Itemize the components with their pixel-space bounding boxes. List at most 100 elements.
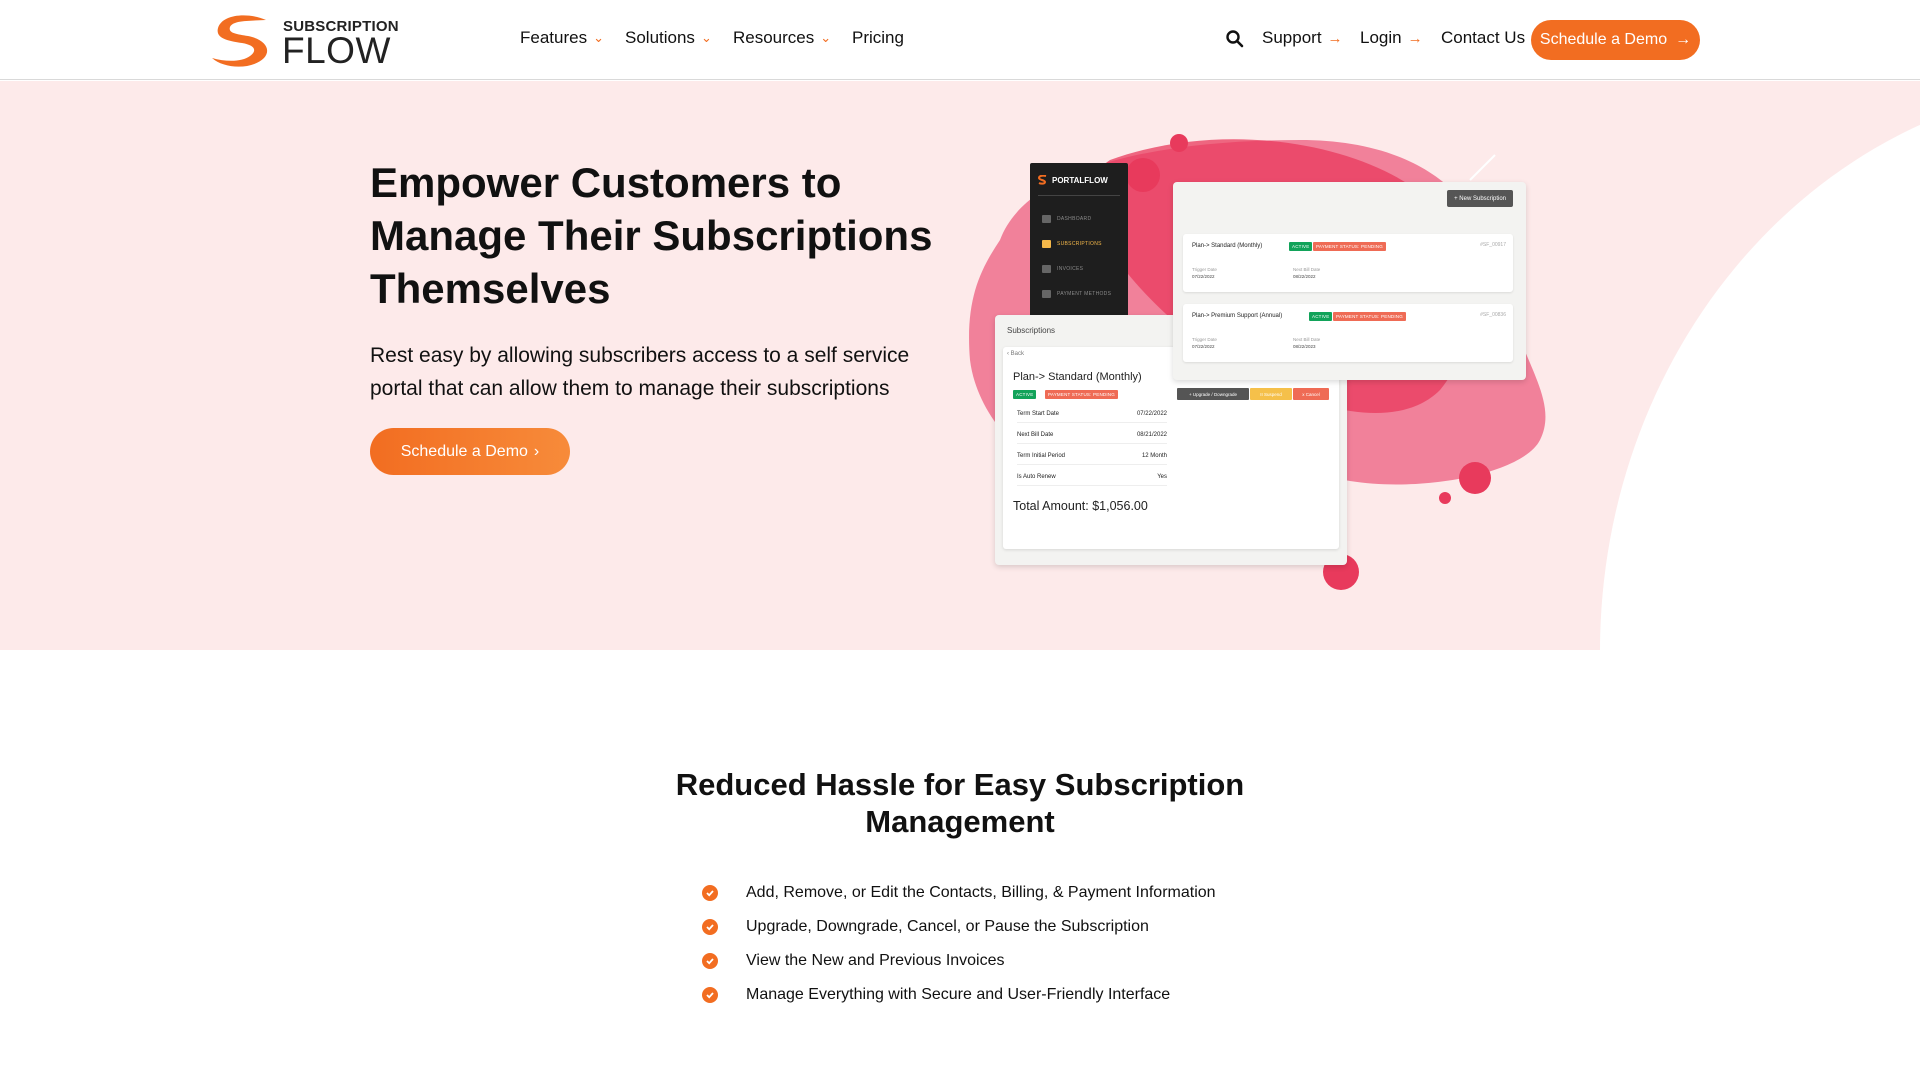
row-value: Yes [1157, 474, 1167, 480]
row-value: 08/21/2022 [1136, 432, 1167, 438]
status-badge-active: ACTIVE [1013, 390, 1037, 399]
file-icon [1042, 265, 1051, 273]
meta-value: 08/22/2023 [1293, 344, 1316, 349]
subscriptionflow-logo[interactable]: SUBSCRIPTION FLOW [208, 12, 399, 71]
upgrade-downgrade-button[interactable]: + Upgrade / Downgrade [1177, 388, 1249, 400]
cancel-button[interactable]: x Cancel [1293, 388, 1329, 400]
row-label: Is Auto Renew [1017, 474, 1056, 480]
nav-pricing[interactable]: Pricing [852, 28, 904, 48]
sidebar-divider [1038, 195, 1120, 196]
check-circle-icon [702, 919, 718, 935]
status-badge-pending: PAYMENT STATUS: PENDING [1313, 242, 1386, 251]
portal-mockup-illustration: PORTALFLOW DASHBOARD SUBSCRIPTIONS INVOI… [960, 120, 1560, 600]
site-header: SUBSCRIPTION FLOW Features ⌄ Solutions ⌄… [0, 0, 1920, 80]
subscription-list-item[interactable]: Plan-> Standard (Monthly) ACTIVE PAYMENT… [1183, 234, 1513, 292]
calendar-icon [1042, 240, 1051, 248]
feature-item: Upgrade, Downgrade, Cancel, or Pause the… [702, 910, 1216, 944]
feature-text: Manage Everything with Secure and User-F… [746, 986, 1171, 1003]
sub-next-bill: Next Bill Date 08/22/2022 [1293, 266, 1320, 280]
arrow-right-icon: → [1407, 29, 1423, 47]
row-value: 07/22/2022 [1136, 411, 1167, 417]
nav-login[interactable]: Login → [1360, 28, 1423, 48]
sub-next-bill: Next Bill Date 08/22/2023 [1293, 336, 1320, 350]
sub-plan-name: Plan-> Standard (Monthly) [1192, 243, 1263, 249]
sub-plan-name: Plan-> Premium Support (Annual) [1192, 313, 1283, 319]
detail-row: Term Start Date 07/22/2022 [1017, 411, 1167, 423]
row-label: Term Start Date [1017, 411, 1060, 417]
nav-contact-us[interactable]: Contact Us [1441, 28, 1525, 48]
nav-features[interactable]: Features ⌄ [520, 28, 604, 48]
sub-id: #SF_00917 [1480, 242, 1506, 248]
schedule-demo-hero-button[interactable]: Schedule a Demo › [370, 428, 570, 475]
detail-plan-name: Plan-> Standard (Monthly) [1013, 371, 1142, 383]
detail-row: Term Initial Period 12 Month [1017, 453, 1167, 465]
features-list: Add, Remove, or Edit the Contacts, Billi… [702, 876, 1216, 1012]
portal-logo-icon [1038, 175, 1047, 185]
logo-s-icon [212, 15, 268, 67]
meta-value: 07/22/2022 [1192, 274, 1215, 279]
sidebar-item-label: SUBSCRIPTIONS [1057, 241, 1102, 247]
status-badge-active: ACTIVE [1309, 312, 1333, 321]
sidebar-item-dashboard[interactable]: DASHBOARD [1042, 215, 1091, 223]
nav-solutions-label: Solutions [625, 28, 695, 47]
nav-support-label: Support [1262, 28, 1322, 47]
chevron-down-icon: ⌄ [820, 30, 832, 45]
logo-flow-text: FLOW [282, 30, 391, 71]
sub-trigger-date: Trigger Date 07/22/2022 [1192, 336, 1217, 350]
sidebar-item-invoices[interactable]: INVOICES [1042, 265, 1083, 273]
chevron-down-icon: ⌄ [700, 30, 712, 45]
new-subscription-button[interactable]: + New Subscription [1447, 190, 1513, 207]
meta-label: Trigger Date [1192, 267, 1217, 272]
nav-features-label: Features [520, 28, 588, 47]
check-circle-icon [702, 987, 718, 1003]
portal-sidebar: PORTALFLOW DASHBOARD SUBSCRIPTIONS INVOI… [1030, 163, 1128, 327]
nav-contact-label: Contact Us [1441, 28, 1526, 47]
portal-brand: PORTALFLOW [1038, 175, 1108, 185]
subscription-list-item[interactable]: Plan-> Premium Support (Annual) ACTIVE P… [1183, 304, 1513, 362]
row-value: 12 Month [1141, 453, 1167, 459]
feature-text: View the New and Previous Invoices [746, 952, 1005, 969]
sidebar-item-subscriptions[interactable]: SUBSCRIPTIONS [1042, 240, 1102, 248]
meta-value: 07/22/2022 [1192, 344, 1215, 349]
feature-text: Add, Remove, or Edit the Contacts, Billi… [746, 884, 1216, 901]
back-link[interactable]: ‹ Back [1007, 351, 1024, 357]
chevron-down-icon: ⌄ [593, 30, 604, 45]
meta-label: Next Bill Date [1293, 267, 1321, 272]
suspend-button[interactable]: II Suspend [1250, 388, 1292, 400]
sub-trigger-date: Trigger Date 07/22/2022 [1192, 266, 1217, 280]
sub-id: #SF_00836 [1480, 312, 1506, 318]
sidebar-item-label: DASHBOARD [1057, 216, 1092, 222]
hero-title: Empower Customers to Manage Their Subscr… [370, 159, 933, 312]
detail-row: Is Auto Renew Yes [1017, 474, 1167, 486]
detail-row: Next Bill Date 08/21/2022 [1017, 432, 1167, 444]
detail-header: Subscriptions [1007, 326, 1056, 335]
meta-value: 08/22/2022 [1293, 274, 1316, 279]
status-badge-active: ACTIVE [1289, 242, 1313, 251]
nav-solutions[interactable]: Solutions ⌄ [625, 28, 712, 48]
total-amount: Total Amount: $1,056.00 [1013, 499, 1148, 513]
nav-support[interactable]: Support → [1262, 28, 1343, 48]
status-badge-pending: PAYMENT STATUS: PENDING [1333, 312, 1406, 321]
arrow-right-icon: → [1675, 31, 1692, 48]
search-icon[interactable] [1225, 29, 1245, 49]
schedule-demo-label: Schedule a Demo [1539, 31, 1668, 48]
schedule-demo-header-button[interactable]: Schedule a Demo → [1531, 20, 1700, 60]
nav-resources-label: Resources [733, 28, 815, 47]
chevron-right-icon: › [533, 442, 540, 460]
sidebar-item-payment-methods[interactable]: PAYMENT METHODS [1042, 290, 1111, 298]
nav-login-label: Login [1360, 28, 1402, 47]
nav-pricing-label: Pricing [852, 28, 904, 47]
credit-card-icon [1042, 290, 1051, 298]
row-label: Term Initial Period [1017, 453, 1066, 459]
feature-item: View the New and Previous Invoices [702, 944, 1216, 978]
hero-description: Rest easy by allowing subscribers access… [370, 344, 910, 400]
arrow-right-icon: → [1327, 29, 1343, 47]
nav-resources[interactable]: Resources ⌄ [733, 28, 831, 48]
subscription-list-card: + New Subscription Plan-> Standard (Mont… [1173, 182, 1526, 380]
features-section-title: Reduced Hassle for Easy Subscription Man… [675, 767, 1245, 839]
status-badge-pending: PAYMENT STATUS: PENDING [1045, 390, 1118, 399]
schedule-demo-hero-label: Schedule a Demo [400, 442, 528, 460]
home-icon [1042, 215, 1051, 223]
meta-label: Trigger Date [1192, 337, 1217, 342]
feature-item: Add, Remove, or Edit the Contacts, Billi… [702, 876, 1216, 910]
